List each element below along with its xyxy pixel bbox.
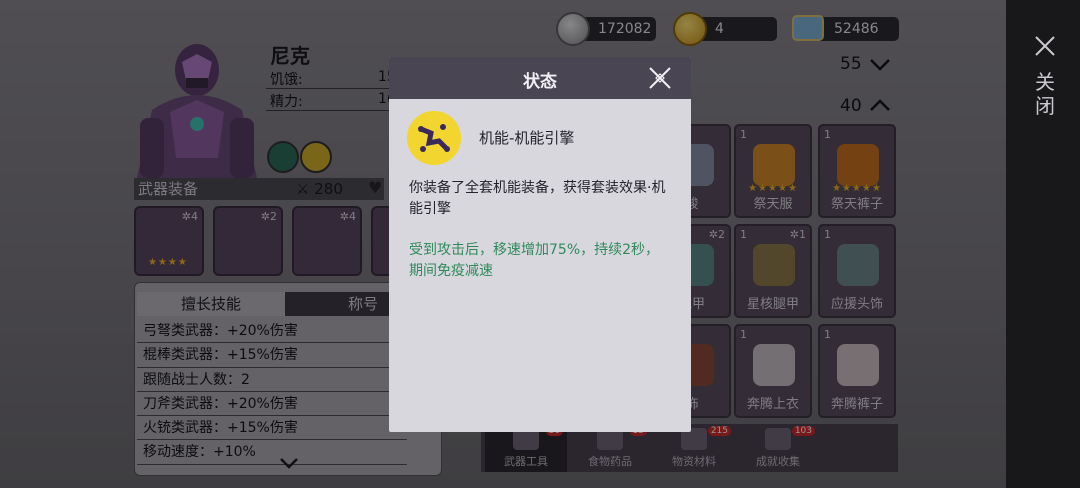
modal-title: 状态 [523, 72, 557, 92]
engine-effect-icon [407, 111, 461, 165]
close-icon[interactable] [1033, 34, 1057, 58]
effect-name: 机能-机能引擎 [479, 129, 575, 147]
status-modal: 状态 机能-机能引擎 你装备了全套机能装备，获得套装效果·机能引擎 受到攻击后，… [389, 57, 691, 432]
close-label[interactable]: 关闭 [1034, 70, 1056, 118]
modal-header: 状态 [389, 57, 691, 99]
close-icon[interactable] [648, 66, 672, 90]
effect-description: 你装备了全套机能装备，获得套装效果·机能引擎 [409, 180, 666, 217]
effect-detail: 受到攻击后，移速增加75%，持续2秒，期间免疫减速 [409, 242, 660, 279]
